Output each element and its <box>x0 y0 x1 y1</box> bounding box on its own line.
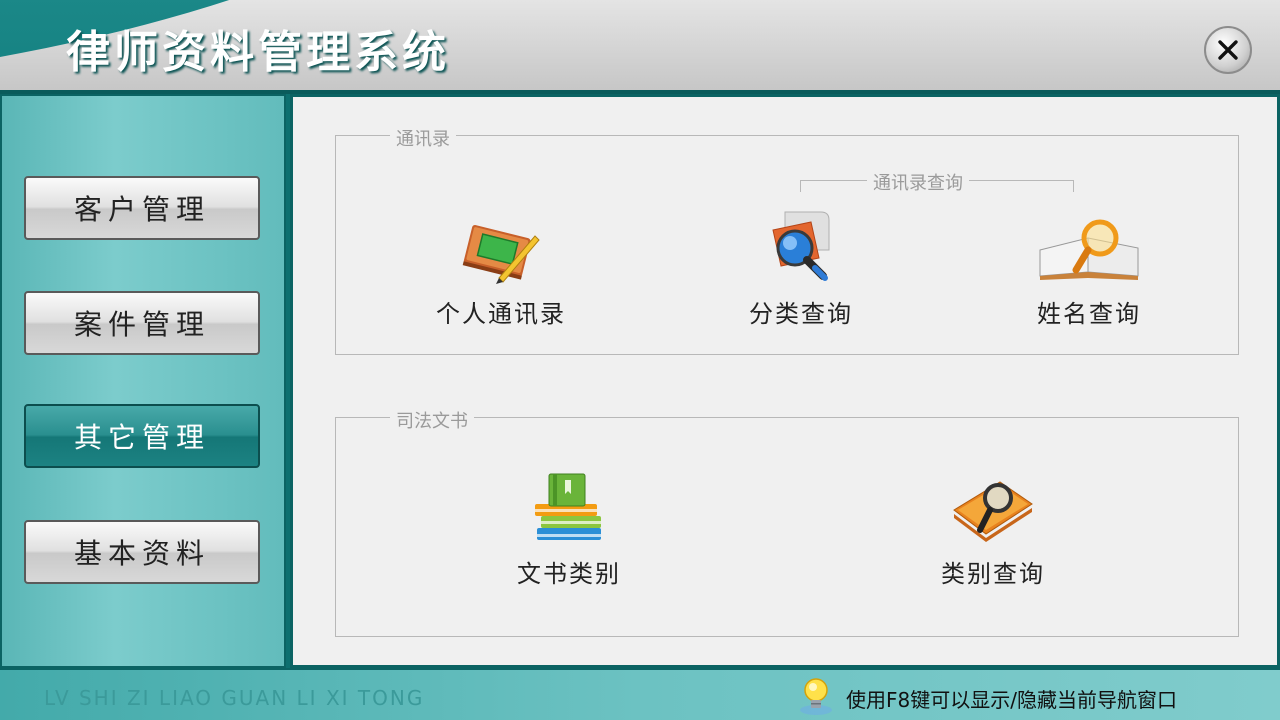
book-magnifier-icon <box>1039 219 1139 280</box>
footer-pinyin: LV SHI ZI LIAO GUAN LI XI TONG <box>44 686 425 710</box>
name-query-label: 姓名查询 <box>1037 300 1141 328</box>
document-category-label: 文书类别 <box>517 560 621 588</box>
personal-contacts-button[interactable]: 个人通讯录 <box>406 220 596 329</box>
sidebar-item-other-management[interactable]: 其它管理 <box>24 404 260 468</box>
status-bar: LV SHI ZI LIAO GUAN LI XI TONG 使用F8键可以显示… <box>0 668 1280 720</box>
book-stack-icon <box>535 473 601 540</box>
name-query-button[interactable]: 姓名查询 <box>994 216 1184 329</box>
contacts-query-subgroup-title: 通讯录查询 <box>867 169 969 195</box>
judicial-documents-group: 司法文书 文书类别 类别查询 <box>335 407 1239 637</box>
close-icon <box>1218 40 1238 60</box>
sidebar-item-label: 案件管理 <box>73 308 210 341</box>
judicial-documents-group-title: 司法文书 <box>390 407 474 433</box>
contacts-query-subgroup: 通讯录查询 <box>800 169 1074 195</box>
app-title: 律师资料管理系统 <box>66 27 450 78</box>
lightbulb-icon <box>800 678 832 715</box>
notebook-pencil-icon <box>462 225 540 284</box>
sidebar-item-basic-data[interactable]: 基本资料 <box>24 520 260 584</box>
sidebar-item-case-management[interactable]: 案件管理 <box>24 291 260 355</box>
main-panel: 通讯录 通讯录查询 个人通讯录 分类查询 姓名查询 司法文书 文书类别 类别查询 <box>290 94 1280 668</box>
folder-magnifier-icon <box>953 481 1033 542</box>
navigation-tip: 使用F8键可以显示/隐藏当前导航窗口 <box>846 688 1177 712</box>
title-bar: 律师资料管理系统 <box>0 0 1280 92</box>
document-category-button[interactable]: 文书类别 <box>474 470 664 589</box>
document-category-query-button[interactable]: 类别查询 <box>898 474 1088 589</box>
category-query-label: 分类查询 <box>749 300 853 328</box>
sidebar-item-label: 其它管理 <box>73 421 210 454</box>
contacts-group: 通讯录 通讯录查询 个人通讯录 分类查询 姓名查询 <box>335 125 1239 355</box>
personal-contacts-label: 个人通讯录 <box>436 300 566 328</box>
contacts-group-title: 通讯录 <box>390 125 456 151</box>
sidebar-item-customer-management[interactable]: 客户管理 <box>24 176 260 240</box>
sidebar-item-label: 客户管理 <box>73 193 210 226</box>
close-button[interactable] <box>1204 26 1252 74</box>
document-category-query-label: 类别查询 <box>941 560 1045 588</box>
sidebar-item-label: 基本资料 <box>73 537 210 570</box>
category-query-button[interactable]: 分类查询 <box>706 206 896 329</box>
sidebar: 客户管理 案件管理 其它管理 基本资料 <box>0 94 286 668</box>
magnifier-scroll-icon <box>772 211 830 281</box>
